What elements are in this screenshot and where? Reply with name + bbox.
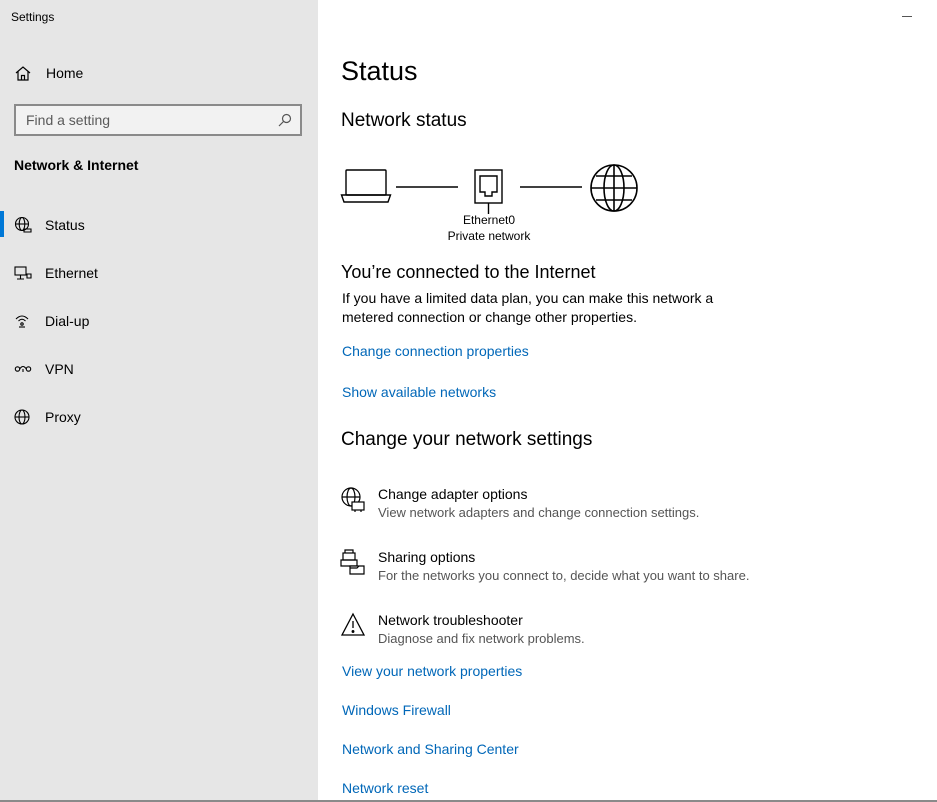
sidebar-item-dialup[interactable]: Dial-up bbox=[0, 303, 318, 339]
main-content: Status Network status Ethernet0 Private … bbox=[318, 0, 937, 802]
warning-icon bbox=[340, 612, 366, 636]
sidebar-item-status[interactable]: Status bbox=[0, 207, 318, 243]
sidebar-item-ethernet[interactable]: Ethernet bbox=[0, 255, 318, 291]
globe-icon bbox=[590, 164, 638, 212]
network-reset-link[interactable]: Network reset bbox=[342, 780, 428, 796]
home-nav-item[interactable]: Home bbox=[0, 58, 318, 88]
network-status-heading: Network status bbox=[341, 110, 467, 131]
search-input[interactable] bbox=[16, 106, 272, 134]
option-title: Sharing options bbox=[378, 549, 476, 565]
adapter-name: Ethernet0 bbox=[462, 213, 516, 227]
network-troubleshooter[interactable]: Network troubleshooter Diagnose and fix … bbox=[340, 608, 800, 656]
settings-window: Settings Home Network & Internet Status bbox=[0, 0, 937, 802]
option-title: Network troubleshooter bbox=[378, 612, 523, 628]
adapter-icon bbox=[341, 487, 365, 512]
network-sharing-center-link[interactable]: Network and Sharing Center bbox=[342, 741, 519, 757]
globe-icon bbox=[14, 409, 30, 425]
sidebar-item-label: Proxy bbox=[45, 409, 81, 425]
sidebar-item-label: VPN bbox=[45, 361, 74, 377]
option-description: For the networks you connect to, decide … bbox=[378, 568, 750, 583]
search-box[interactable] bbox=[14, 104, 302, 136]
app-title: Settings bbox=[11, 10, 55, 24]
change-adapter-options[interactable]: Change adapter options View network adap… bbox=[340, 482, 800, 530]
sidebar-item-vpn[interactable]: VPN bbox=[0, 351, 318, 387]
windows-firewall-link[interactable]: Windows Firewall bbox=[342, 702, 451, 718]
sharing-options[interactable]: Sharing options For the networks you con… bbox=[340, 545, 800, 593]
sidebar-item-proxy[interactable]: Proxy bbox=[0, 399, 318, 435]
connected-heading: You’re connected to the Internet bbox=[341, 262, 596, 282]
change-settings-heading: Change your network settings bbox=[341, 429, 593, 450]
page-title: Status bbox=[341, 56, 418, 86]
sidebar: Settings Home Network & Internet Status bbox=[0, 0, 318, 802]
home-icon bbox=[15, 66, 31, 81]
change-connection-properties-link[interactable]: Change connection properties bbox=[342, 343, 529, 359]
active-indicator bbox=[0, 211, 4, 237]
search-icon[interactable] bbox=[278, 113, 292, 127]
connected-description: If you have a limited data plan, you can… bbox=[342, 290, 714, 325]
sidebar-item-label: Ethernet bbox=[45, 265, 98, 281]
option-description: View network adapters and change connect… bbox=[378, 505, 700, 520]
minimize-button[interactable] bbox=[889, 2, 925, 30]
vpn-icon bbox=[14, 365, 32, 372]
option-description: Diagnose and fix network problems. bbox=[378, 631, 585, 646]
dialup-icon bbox=[15, 315, 29, 328]
globe-status-icon bbox=[14, 217, 32, 233]
minimize-icon bbox=[902, 16, 912, 17]
sidebar-item-label: Status bbox=[45, 217, 85, 233]
sharing-icon bbox=[340, 549, 365, 575]
sidebar-item-label: Dial-up bbox=[45, 313, 90, 329]
laptop-icon bbox=[340, 169, 392, 203]
show-available-networks-link[interactable]: Show available networks bbox=[342, 384, 496, 400]
section-title: Network & Internet bbox=[14, 157, 139, 173]
option-title: Change adapter options bbox=[378, 486, 528, 502]
view-network-properties-link[interactable]: View your network properties bbox=[342, 663, 522, 679]
home-label: Home bbox=[46, 65, 84, 81]
ethernet-port-icon bbox=[474, 169, 503, 214]
network-type: Private network bbox=[447, 229, 531, 243]
ethernet-icon bbox=[14, 266, 32, 280]
